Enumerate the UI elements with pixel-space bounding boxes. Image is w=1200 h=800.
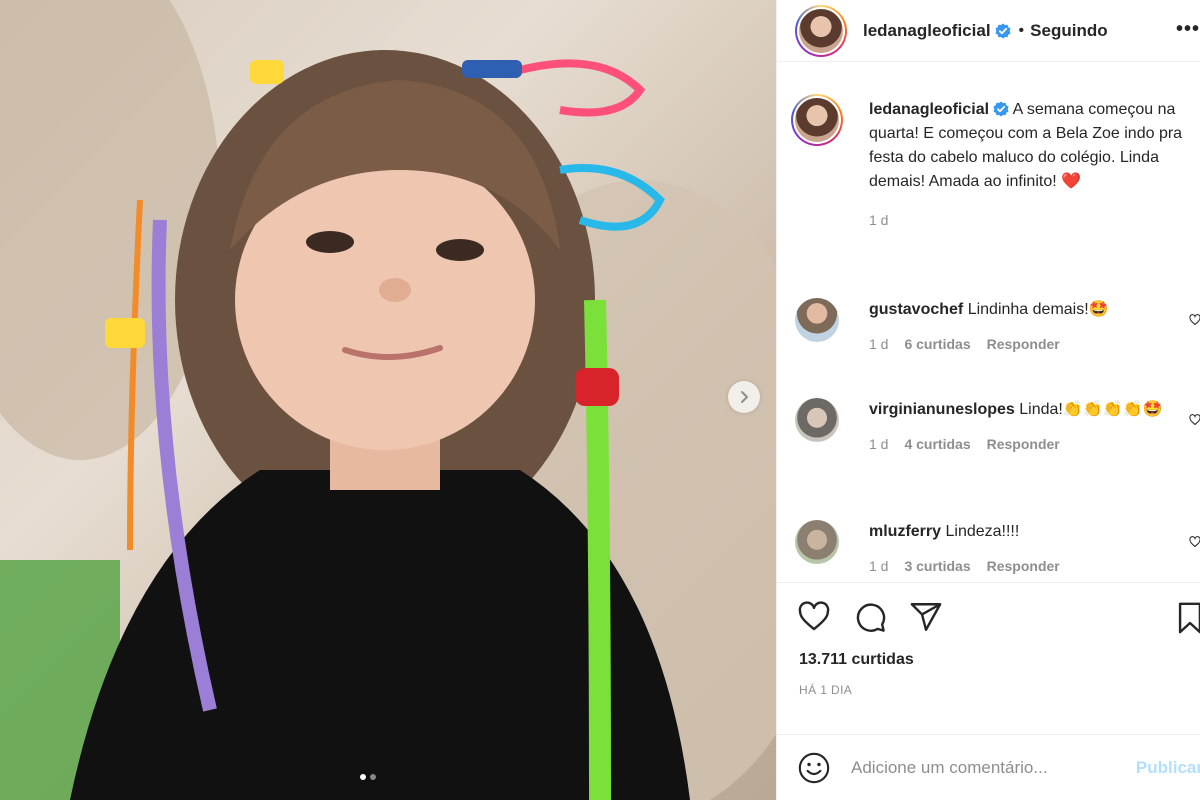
caption-username[interactable]: ledanagleoficial xyxy=(869,101,989,118)
post-side-panel: ledanagleoficial • Seguindo ••• ledanagl… xyxy=(776,0,1200,800)
comment-likes[interactable]: 4 curtidas xyxy=(904,436,970,452)
carousel-dot-active xyxy=(360,774,366,780)
carousel-indicator xyxy=(360,774,376,780)
photo-illustration xyxy=(0,0,776,800)
author-username[interactable]: ledanagleoficial xyxy=(863,21,991,41)
comment-time[interactable]: 1 d xyxy=(869,436,888,452)
share-icon[interactable] xyxy=(909,600,943,634)
comment-text: Linda!👏👏👏👏🤩 xyxy=(1019,401,1163,418)
comment-item: gustavochef Lindinha demais!🤩 1 d 6 curt… xyxy=(795,298,1200,352)
like-count[interactable]: 13.711 curtidas xyxy=(777,651,1200,669)
commenter-avatar[interactable] xyxy=(795,398,839,442)
heart-icon[interactable] xyxy=(797,600,831,634)
reply-button[interactable]: Responder xyxy=(987,336,1060,352)
post-caption: ledanagleoficial A semana começou na qua… xyxy=(791,94,1195,228)
comment-username[interactable]: gustavochef xyxy=(869,301,963,318)
comment-username[interactable]: mluzferry xyxy=(869,523,941,540)
comment-username[interactable]: virginianuneslopes xyxy=(869,401,1015,418)
comment-time[interactable]: 1 d xyxy=(869,336,888,352)
post-date: HÁ 1 DIA xyxy=(799,683,853,697)
post-header: ledanagleoficial • Seguindo ••• xyxy=(777,0,1200,62)
heart-icon[interactable] xyxy=(1189,536,1200,548)
more-options-icon[interactable]: ••• xyxy=(1176,18,1200,41)
comment-text: Lindeza!!!! xyxy=(945,523,1020,540)
heart-icon[interactable] xyxy=(1189,314,1200,326)
comment-text: Lindinha demais!🤩 xyxy=(967,301,1109,318)
comment-likes[interactable]: 3 curtidas xyxy=(904,558,970,574)
bookmark-icon[interactable] xyxy=(1175,601,1200,635)
caption-avatar[interactable] xyxy=(791,94,843,146)
publish-button[interactable]: Publicar xyxy=(1136,758,1200,778)
heart-icon[interactable] xyxy=(1189,414,1200,426)
chevron-right-icon xyxy=(741,391,748,403)
comments-list[interactable]: ledanagleoficial A semana começou na qua… xyxy=(777,76,1200,582)
reply-button[interactable]: Responder xyxy=(987,436,1060,452)
comment-icon[interactable] xyxy=(853,600,887,634)
reply-button[interactable]: Responder xyxy=(987,558,1060,574)
comment-input[interactable] xyxy=(851,757,1121,778)
following-button[interactable]: Seguindo xyxy=(1030,21,1107,41)
verified-badge-icon xyxy=(995,23,1011,38)
author-avatar[interactable] xyxy=(795,4,847,57)
commenter-avatar[interactable] xyxy=(795,520,839,564)
post-actions: 13.711 curtidas HÁ 1 DIA xyxy=(777,582,1200,697)
carousel-dot xyxy=(370,774,376,780)
post-photo[interactable] xyxy=(0,0,776,800)
comment-composer: Publicar xyxy=(777,734,1200,800)
comment-likes[interactable]: 6 curtidas xyxy=(904,336,970,352)
verified-badge-icon xyxy=(993,101,1009,117)
emoji-icon[interactable] xyxy=(797,751,831,785)
comment-time[interactable]: 1 d xyxy=(869,558,888,574)
next-photo-button[interactable] xyxy=(728,381,760,413)
caption-time[interactable]: 1 d xyxy=(869,212,888,228)
header-separator: • xyxy=(1018,21,1025,39)
commenter-avatar[interactable] xyxy=(795,298,839,342)
comment-item: mluzferry Lindeza!!!! 1 d 3 curtidas Res… xyxy=(795,520,1200,574)
comment-item: virginianuneslopes Linda!👏👏👏👏🤩 1 d 4 cur… xyxy=(795,398,1200,452)
